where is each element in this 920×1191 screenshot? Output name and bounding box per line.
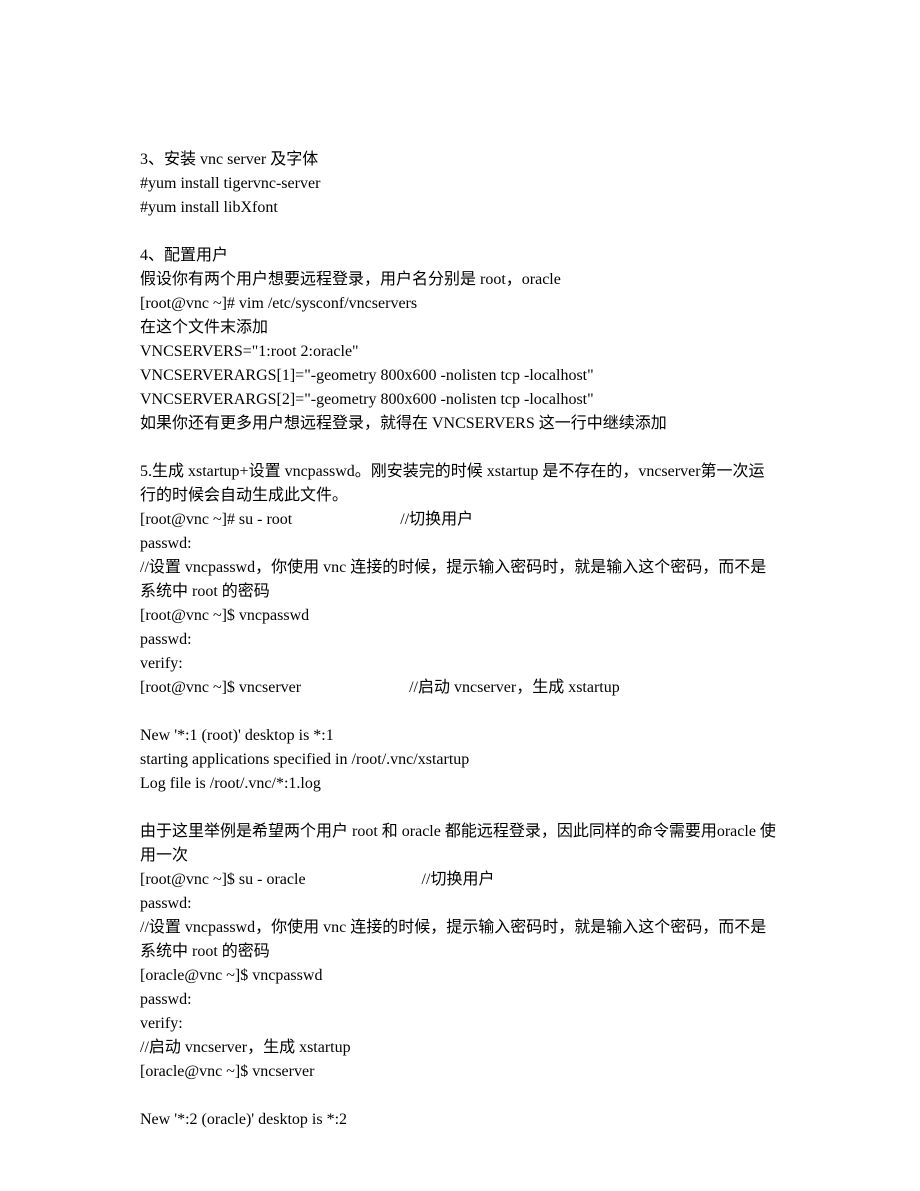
text-line: [root@vnc ~]$ vncpasswd — [140, 604, 780, 628]
text-line: 3、安装 vnc server 及字体 — [140, 148, 780, 172]
text-line: [root@vnc ~]# su - root //切换用户 — [140, 508, 780, 532]
text-line: 如果你还有更多用户想远程登录，就得在 VNCSERVERS 这一行中继续添加 — [140, 412, 780, 436]
text-line — [140, 700, 780, 724]
text-line: [oracle@vnc ~]$ vncserver — [140, 1060, 780, 1084]
text-line: //设置 vncpasswd，你使用 vnc 连接的时候，提示输入密码时，就是输… — [140, 916, 780, 964]
text-line: [root@vnc ~]$ vncserver //启动 vncserver，生… — [140, 676, 780, 700]
text-line: passwd: — [140, 892, 780, 916]
text-line: 4、配置用户 — [140, 244, 780, 268]
text-line: passwd: — [140, 532, 780, 556]
text-line: #yum install libXfont — [140, 196, 780, 220]
text-line: VNCSERVERARGS[2]="-geometry 800x600 -nol… — [140, 388, 780, 412]
text-line: 由于这里举例是希望两个用户 root 和 oracle 都能远程登录，因此同样的… — [140, 820, 780, 868]
text-line: [oracle@vnc ~]$ vncpasswd — [140, 964, 780, 988]
text-line: 在这个文件末添加 — [140, 316, 780, 340]
text-line: starting applications specified in /root… — [140, 748, 780, 772]
text-line: verify: — [140, 652, 780, 676]
text-line: verify: — [140, 1012, 780, 1036]
text-line: //启动 vncserver，生成 xstartup — [140, 1036, 780, 1060]
text-line: passwd: — [140, 988, 780, 1012]
text-line: //设置 vncpasswd，你使用 vnc 连接的时候，提示输入密码时，就是输… — [140, 556, 780, 604]
text-line: New '*:2 (oracle)' desktop is *:2 — [140, 1108, 780, 1132]
document-body: 3、安装 vnc server 及字体#yum install tigervnc… — [140, 148, 780, 1132]
text-line: #yum install tigervnc-server — [140, 172, 780, 196]
text-line: 假设你有两个用户想要远程登录，用户名分别是 root，oracle — [140, 268, 780, 292]
text-line — [140, 1084, 780, 1108]
text-line: passwd: — [140, 628, 780, 652]
text-line — [140, 796, 780, 820]
text-line: 5.生成 xstartup+设置 vncpasswd。刚安装完的时候 xstar… — [140, 460, 780, 508]
text-line: [root@vnc ~]$ su - oracle //切换用户 — [140, 868, 780, 892]
text-line: Log file is /root/.vnc/*:1.log — [140, 772, 780, 796]
text-line — [140, 436, 780, 460]
text-line: [root@vnc ~]# vim /etc/sysconf/vncserver… — [140, 292, 780, 316]
text-line: VNCSERVERS="1:root 2:oracle" — [140, 340, 780, 364]
text-line: VNCSERVERARGS[1]="-geometry 800x600 -nol… — [140, 364, 780, 388]
text-line: New '*:1 (root)' desktop is *:1 — [140, 724, 780, 748]
text-line — [140, 220, 780, 244]
